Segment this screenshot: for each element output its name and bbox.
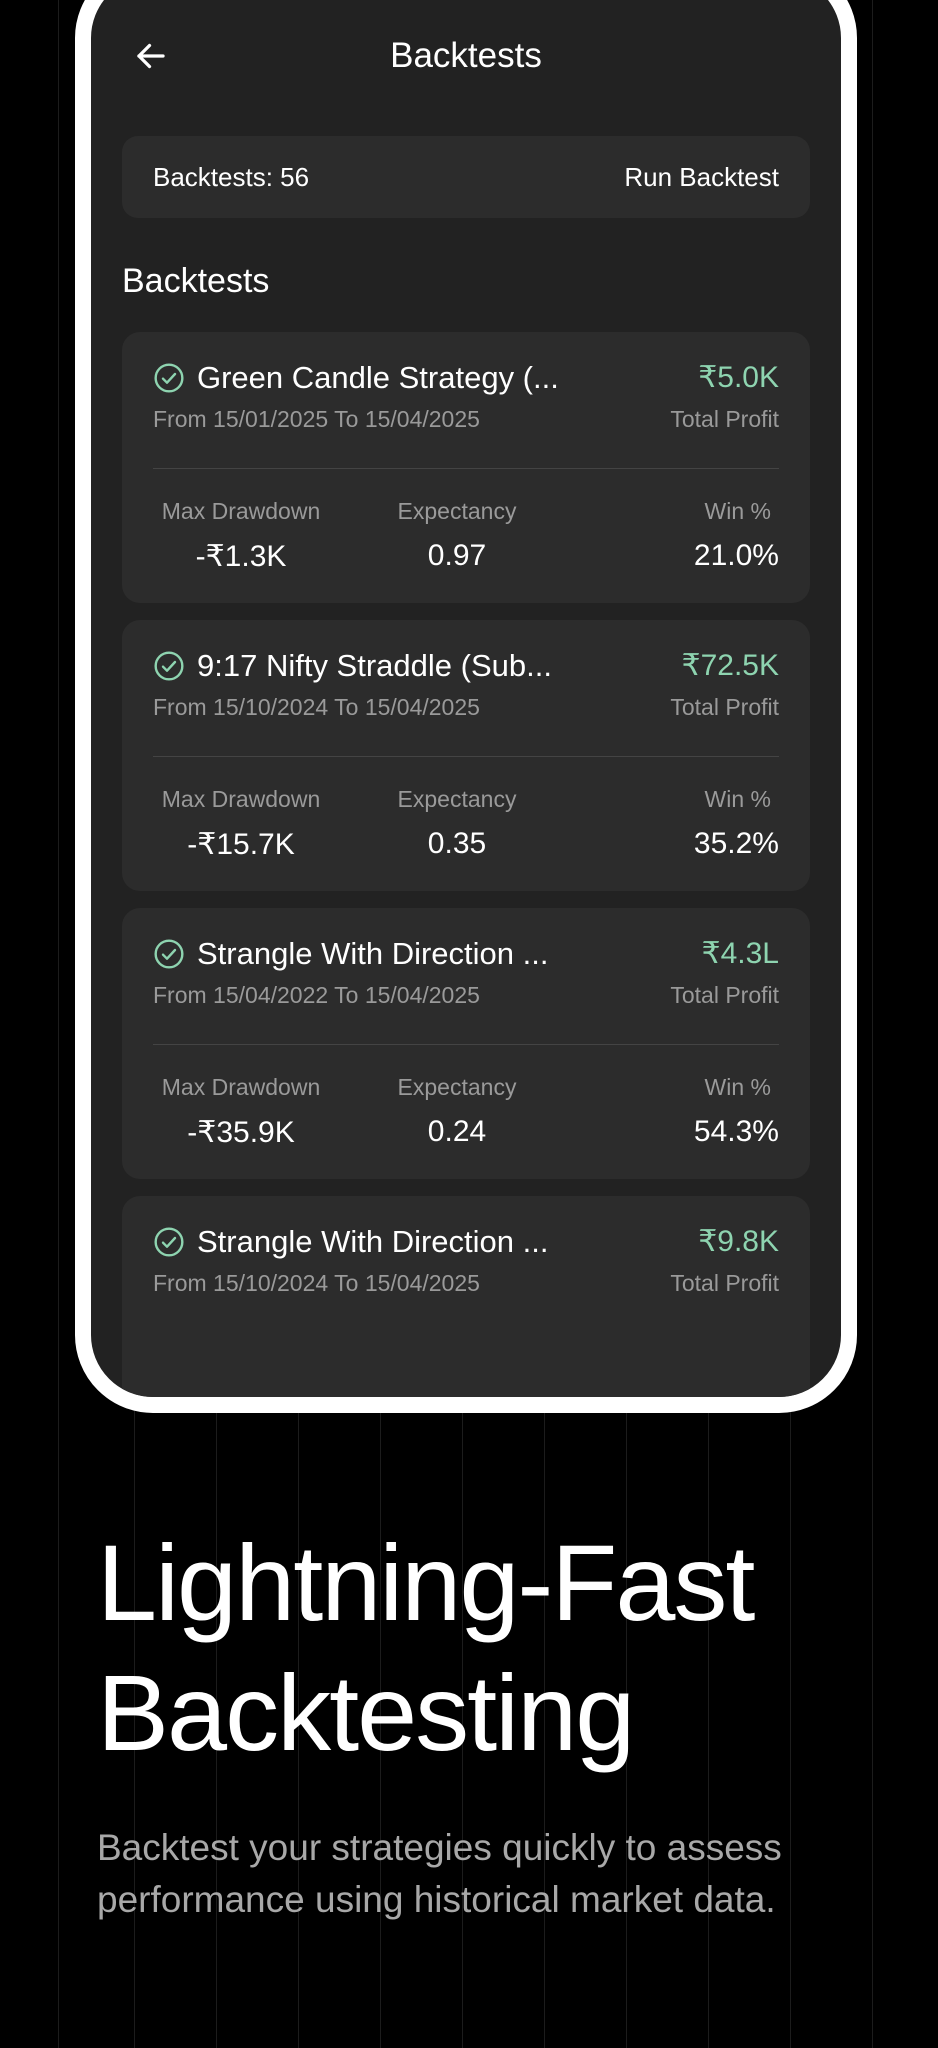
backtest-name: Green Candle Strategy (... (197, 360, 559, 395)
win-rate-value: 35.2% (693, 827, 779, 860)
max-drawdown-value: -₹15.7K (187, 828, 295, 861)
win-rate-label: Win % (704, 786, 771, 812)
backtest-card[interactable]: Strangle With Direction ... From 15/04/2… (122, 908, 810, 1179)
total-profit-label: Total Profit (670, 982, 779, 1008)
app-screen: Backtests Backtests: 56 Run Backtest Bac… (91, 0, 841, 1397)
win-rate-value: 21.0% (693, 539, 779, 572)
total-profit-label: Total Profit (670, 694, 779, 720)
max-drawdown-value: -₹1.3K (195, 540, 287, 573)
check-circle-icon (154, 939, 184, 969)
check-circle-icon (154, 363, 184, 393)
promo-section: Lightning-Fast Backtesting Backtest your… (97, 1518, 898, 1926)
total-profit-value: ₹4.3L (701, 937, 779, 970)
total-profit-value: ₹9.8K (698, 1225, 779, 1258)
backtest-count: Backtests: 56 (153, 161, 310, 192)
total-profit-value: ₹72.5K (681, 649, 780, 682)
section-title: Backtests (122, 262, 270, 300)
max-drawdown-label: Max Drawdown (161, 1074, 321, 1100)
card-divider (153, 468, 779, 469)
promo-headline-line-2: Backtesting (97, 1652, 635, 1773)
check-circle-icon (154, 1227, 184, 1257)
expectancy-value: 0.97 (427, 539, 487, 572)
phone-frame: Backtests Backtests: 56 Run Backtest Bac… (75, 0, 857, 1413)
total-profit-label: Total Profit (670, 1270, 779, 1296)
promo-subtitle: Backtest your strategies quickly to asse… (97, 1827, 782, 1920)
page-title: Backtests (390, 36, 542, 75)
max-drawdown-value: -₹35.9K (187, 1116, 295, 1149)
win-rate-value: 54.3% (693, 1115, 779, 1148)
backtest-name: Strangle With Direction ... (197, 936, 549, 971)
expectancy-value: 0.35 (427, 827, 487, 860)
backtest-stats: Max Drawdown -₹1.3K Expectancy 0.97 Win % 2… (153, 498, 779, 588)
backtest-card[interactable]: Strangle With Direction ... From 15/10/2… (122, 1196, 810, 1397)
top-bar: Backtests (91, 31, 841, 81)
total-profit-value: ₹5.0K (698, 361, 779, 394)
backtest-summary-bar: Backtests: 56 Run Backtest (122, 136, 810, 218)
backtest-name: 9:17 Nifty Straddle (Sub... (197, 648, 552, 683)
backtest-name: Strangle With Direction ... (197, 1224, 549, 1259)
card-divider (153, 756, 779, 757)
expectancy-label: Expectancy (397, 498, 517, 524)
promo-headline-line-1: Lightning-Fast (97, 1522, 755, 1643)
expectancy-label: Expectancy (397, 1074, 517, 1100)
run-backtest-button[interactable]: Run Backtest (624, 162, 779, 193)
backtest-stats: Max Drawdown -₹35.9K Expectancy 0.24 Win %… (153, 1074, 779, 1164)
backtest-list: Green Candle Strategy (... From 15/01/20… (122, 332, 810, 1397)
max-drawdown-label: Max Drawdown (161, 786, 321, 812)
total-profit-label: Total Profit (670, 406, 779, 432)
check-circle-icon (154, 651, 184, 681)
win-rate-label: Win % (704, 498, 771, 524)
card-divider (153, 1044, 779, 1045)
max-drawdown-label: Max Drawdown (161, 498, 321, 524)
expectancy-value: 0.24 (427, 1115, 487, 1148)
backtest-card[interactable]: Green Candle Strategy (... From 15/01/20… (122, 332, 810, 603)
backtest-stats: Max Drawdown -₹15.7K Expectancy 0.35 Win %… (153, 786, 779, 876)
backtest-card[interactable]: 9:17 Nifty Straddle (Sub... From 15/10/2… (122, 620, 810, 891)
back-button[interactable] (126, 31, 176, 81)
grid-line (58, 0, 59, 2048)
arrow-left-icon (137, 43, 165, 69)
expectancy-label: Expectancy (397, 786, 517, 812)
win-rate-label: Win % (704, 1074, 771, 1100)
promo-headline: Lightning-Fast Backtesting (97, 1518, 898, 1778)
